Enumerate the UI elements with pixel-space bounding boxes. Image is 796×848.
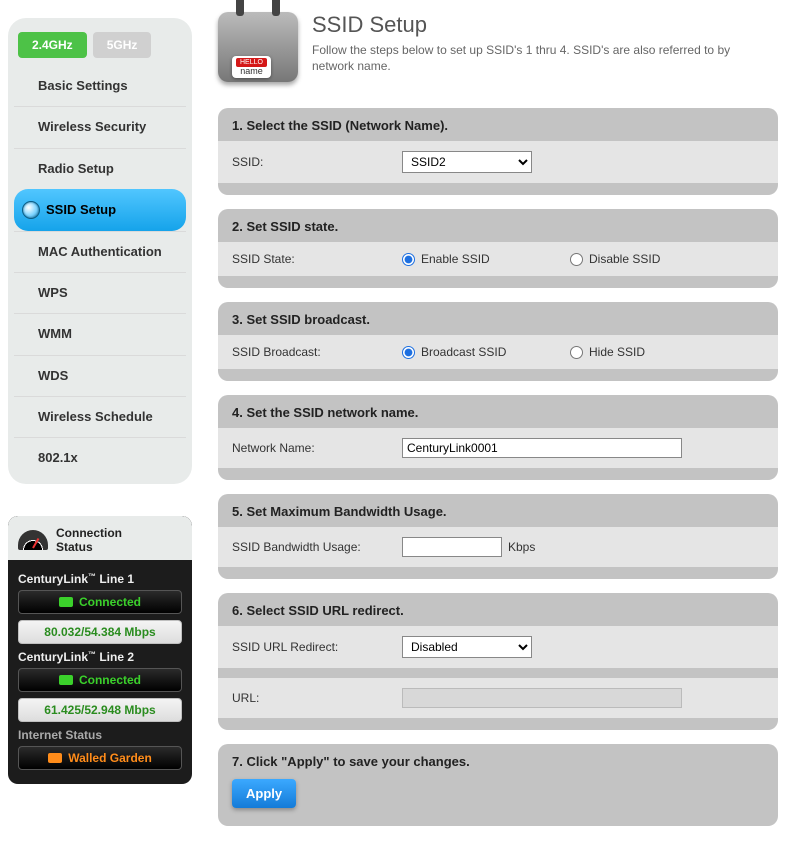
line2-label: CenturyLink™ Line 2 bbox=[18, 650, 182, 664]
step4-label: Network Name: bbox=[232, 441, 402, 455]
led-green-icon bbox=[59, 597, 73, 607]
step2-heading: 2. Set SSID state. bbox=[232, 219, 764, 234]
ssid-state-disable-radio[interactable] bbox=[570, 253, 583, 266]
line1-speed: 80.032/54.384 Mbps bbox=[18, 620, 182, 644]
url-redirect-input bbox=[402, 688, 682, 708]
nav-menu: Basic Settings Wireless Security Radio S… bbox=[14, 66, 186, 478]
step-ssid-state: 2. Set SSID state. SSID State: Enable SS… bbox=[218, 209, 778, 288]
nav-wps[interactable]: WPS bbox=[14, 272, 186, 313]
nav-wmm[interactable]: WMM bbox=[14, 313, 186, 354]
ssid-select[interactable]: SSID1SSID2SSID3SSID4 bbox=[402, 151, 532, 173]
step6-label: SSID URL Redirect: bbox=[232, 640, 402, 654]
step-network-name: 4. Set the SSID network name. Network Na… bbox=[218, 395, 778, 480]
url-redirect-select[interactable]: DisabledEnabled bbox=[402, 636, 532, 658]
led-orange-icon bbox=[48, 753, 62, 763]
step1-heading: 1. Select the SSID (Network Name). bbox=[232, 118, 764, 133]
router-icon: HELLO name bbox=[218, 12, 298, 82]
connection-status-title: Connection Status bbox=[56, 526, 146, 554]
step-apply: 7. Click "Apply" to save your changes. A… bbox=[218, 744, 778, 826]
internet-status-pill: Walled Garden bbox=[18, 746, 182, 770]
icon-tag-name: name bbox=[236, 67, 267, 76]
freq-tab-5ghz[interactable]: 5GHz bbox=[93, 32, 152, 58]
active-bullet-icon bbox=[22, 201, 40, 219]
page-desc: Follow the steps below to set up SSID's … bbox=[312, 42, 732, 74]
ssid-state-enable-label: Enable SSID bbox=[421, 252, 490, 266]
step1-label: SSID: bbox=[232, 155, 402, 169]
internet-status-heading: Internet Status bbox=[18, 728, 182, 742]
led-green-icon bbox=[59, 675, 73, 685]
freq-tab-24ghz[interactable]: 2.4GHz bbox=[18, 32, 87, 58]
nav-basic-settings[interactable]: Basic Settings bbox=[14, 66, 186, 106]
step6-heading: 6. Select SSID URL redirect. bbox=[232, 603, 764, 618]
bandwidth-unit: Kbps bbox=[508, 540, 535, 554]
network-name-input[interactable] bbox=[402, 438, 682, 458]
ssid-state-disable-label: Disable SSID bbox=[589, 252, 660, 266]
nav-ssid-setup[interactable]: SSID Setup bbox=[14, 189, 186, 231]
step5-label: SSID Bandwidth Usage: bbox=[232, 540, 402, 554]
line2-status-pill: Connected bbox=[18, 668, 182, 692]
internet-status: Walled Garden bbox=[68, 751, 152, 765]
nav-radio-setup[interactable]: Radio Setup bbox=[14, 148, 186, 189]
line1-label: CenturyLink™ Line 1 bbox=[18, 572, 182, 586]
step2-label: SSID State: bbox=[232, 252, 402, 266]
step3-heading: 3. Set SSID broadcast. bbox=[232, 312, 764, 327]
side-nav: 2.4GHz 5GHz Basic Settings Wireless Secu… bbox=[8, 18, 192, 484]
ssid-broadcast-radio[interactable] bbox=[402, 346, 415, 359]
step-url-redirect: 6. Select SSID URL redirect. SSID URL Re… bbox=[218, 593, 778, 730]
nav-ssid-setup-label: SSID Setup bbox=[46, 202, 116, 218]
step-select-ssid: 1. Select the SSID (Network Name). SSID:… bbox=[218, 108, 778, 195]
ssid-broadcast-label: Broadcast SSID bbox=[421, 345, 506, 359]
step-bandwidth: 5. Set Maximum Bandwidth Usage. SSID Ban… bbox=[218, 494, 778, 579]
apply-button[interactable]: Apply bbox=[232, 779, 296, 808]
nav-mac-auth[interactable]: MAC Authentication bbox=[14, 231, 186, 272]
line1-status: Connected bbox=[79, 595, 141, 609]
step-ssid-broadcast: 3. Set SSID broadcast. SSID Broadcast: B… bbox=[218, 302, 778, 381]
line2-status: Connected bbox=[79, 673, 141, 687]
nav-8021x[interactable]: 802.1x bbox=[14, 437, 186, 478]
step7-heading: 7. Click "Apply" to save your changes. bbox=[232, 754, 764, 769]
page-title: SSID Setup bbox=[312, 12, 732, 38]
line2-speed: 61.425/52.948 Mbps bbox=[18, 698, 182, 722]
step4-heading: 4. Set the SSID network name. bbox=[232, 405, 764, 420]
step3-label: SSID Broadcast: bbox=[232, 345, 402, 359]
line1-status-pill: Connected bbox=[18, 590, 182, 614]
step6-url-label: URL: bbox=[232, 691, 402, 705]
step5-heading: 5. Set Maximum Bandwidth Usage. bbox=[232, 504, 764, 519]
nav-wireless-security[interactable]: Wireless Security bbox=[14, 106, 186, 147]
nav-wireless-schedule[interactable]: Wireless Schedule bbox=[14, 396, 186, 437]
bandwidth-input[interactable] bbox=[402, 537, 502, 557]
ssid-state-enable-radio[interactable] bbox=[402, 253, 415, 266]
ssid-hide-radio[interactable] bbox=[570, 346, 583, 359]
nav-wds[interactable]: WDS bbox=[14, 355, 186, 396]
connection-status-panel: Connection Status CenturyLink™ Line 1 Co… bbox=[8, 516, 192, 784]
gauge-icon bbox=[18, 530, 48, 550]
ssid-hide-label: Hide SSID bbox=[589, 345, 645, 359]
